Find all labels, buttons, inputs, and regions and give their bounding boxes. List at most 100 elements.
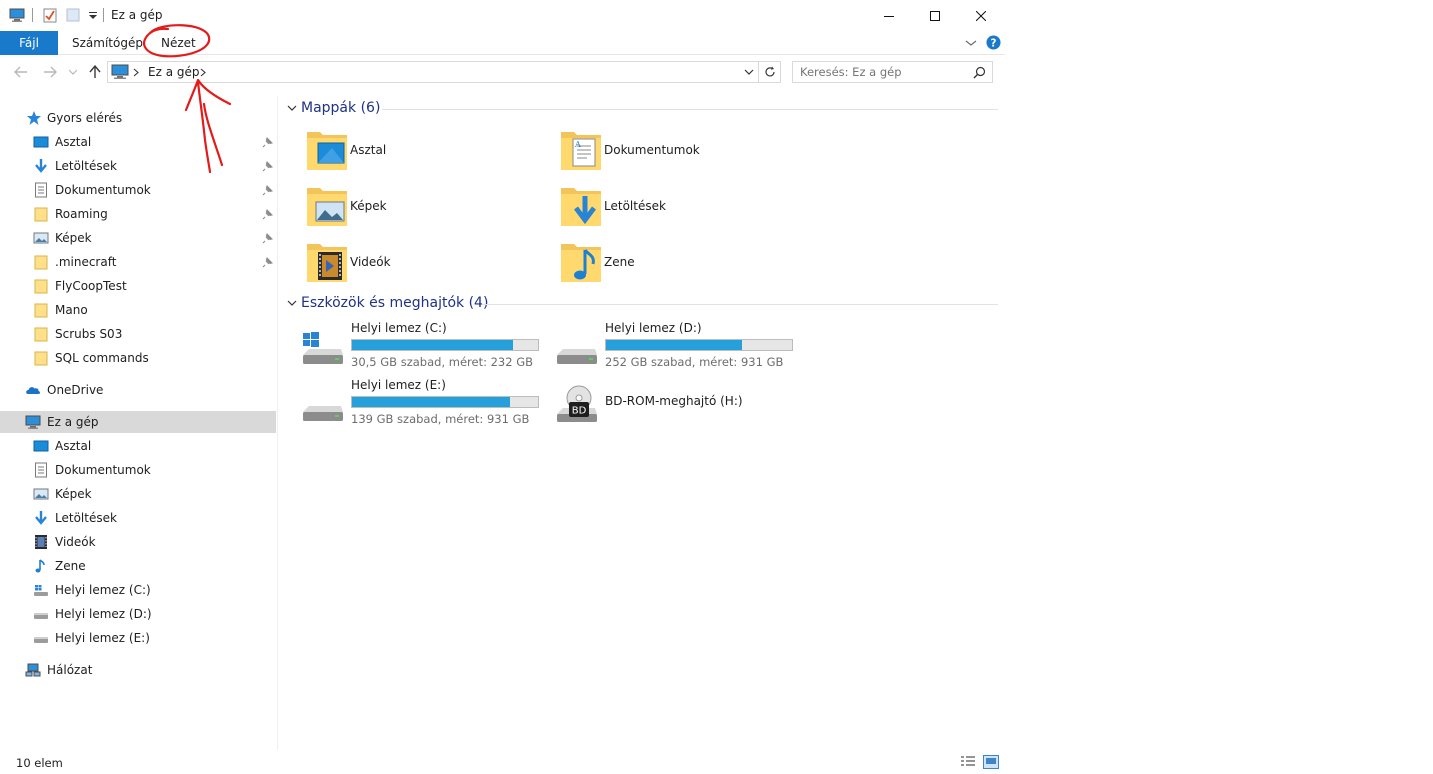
- folder-tile-asztal[interactable]: Asztal: [306, 126, 546, 176]
- blank-area: [1005, 0, 1433, 774]
- close-button[interactable]: [958, 0, 1004, 31]
- arrow-up-icon: [89, 65, 101, 78]
- recent-locations-button[interactable]: [63, 62, 83, 82]
- search-icon[interactable]: [973, 66, 986, 79]
- tab-view[interactable]: Nézet: [161, 31, 196, 55]
- new-folder-icon[interactable]: [65, 7, 81, 23]
- pictures-icon: [33, 232, 49, 244]
- drive-tile-d[interactable]: Helyi lemez (D:) 252 GB szabad, méret: 9…: [555, 321, 805, 371]
- computer-icon: [111, 64, 129, 79]
- nav-onedrive[interactable]: OneDrive: [0, 379, 276, 401]
- folder-tile-zene[interactable]: Zene: [560, 238, 800, 288]
- star-icon: [27, 111, 41, 125]
- nav-label: Képek: [55, 231, 92, 245]
- nav-label: Asztal: [55, 135, 92, 149]
- drives-section-header[interactable]: Eszközök és meghajtók (4): [286, 295, 998, 313]
- status-bar: 10 elem: [0, 750, 1005, 774]
- nav-pc-dokumentumok[interactable]: Dokumentumok: [0, 459, 276, 481]
- folder-tile-letoltesek[interactable]: Letöltések: [560, 182, 800, 232]
- chevron-down-icon: [69, 69, 77, 75]
- nav-network[interactable]: Hálózat: [0, 659, 276, 681]
- customize-quick-access-icon[interactable]: [85, 7, 101, 23]
- nav-label: Scrubs S03: [55, 327, 123, 341]
- ribbon-tabs: Fájl Számítógép Nézet ?: [0, 31, 1005, 55]
- tab-file[interactable]: Fájl: [0, 31, 58, 55]
- chevron-down-icon: [287, 300, 297, 306]
- nav-qa-kepek[interactable]: Képek: [0, 227, 276, 249]
- computer-icon[interactable]: [9, 7, 25, 23]
- drive-usage-bar: [351, 339, 539, 351]
- search-input[interactable]: [793, 62, 968, 82]
- folder-tile-kepek[interactable]: Képek: [306, 182, 546, 232]
- drive-name: BD-ROM-meghajtó (H:): [605, 394, 743, 408]
- nav-qa-mano[interactable]: Mano: [0, 299, 276, 321]
- details-view-icon[interactable]: [960, 755, 976, 769]
- nav-pc-drive-d[interactable]: Helyi lemez (D:): [0, 603, 276, 625]
- drive-icon: [303, 406, 343, 421]
- nav-quick-access[interactable]: Gyors elérés: [0, 107, 276, 129]
- folder-tile-videok[interactable]: Videók: [306, 238, 546, 288]
- documents-folder-icon: A: [561, 132, 601, 170]
- pin-icon[interactable]: [262, 208, 274, 220]
- breadcrumb-chevron-icon[interactable]: [200, 68, 206, 77]
- nav-qa-asztal[interactable]: Asztal: [0, 131, 276, 153]
- nav-label: OneDrive: [47, 383, 104, 397]
- folder-tile-dokumentumok[interactable]: A Dokumentumok: [560, 126, 800, 176]
- folder-label: Asztal: [350, 143, 387, 157]
- chevron-down-icon: [287, 105, 297, 111]
- bd-rom-icon: BD: [557, 385, 597, 422]
- minimize-button[interactable]: [866, 0, 912, 31]
- pin-icon[interactable]: [262, 184, 274, 196]
- folder-label: Letöltések: [604, 199, 666, 213]
- folder-label: Zene: [604, 255, 635, 269]
- drive-icon: [557, 349, 597, 364]
- expand-ribbon-icon[interactable]: [965, 38, 977, 48]
- maximize-icon: [930, 10, 940, 21]
- back-button[interactable]: [11, 62, 31, 82]
- tab-computer[interactable]: Számítógép: [72, 31, 143, 55]
- up-button[interactable]: [85, 62, 105, 82]
- nav-pc-zene[interactable]: Zene: [0, 555, 276, 577]
- pin-icon[interactable]: [262, 160, 274, 172]
- help-icon[interactable]: ?: [986, 35, 1001, 50]
- drive-tile-c[interactable]: Helyi lemez (C:) 30,5 GB szabad, méret: …: [301, 321, 551, 371]
- drive-free-space: 139 GB szabad, méret: 931 GB: [351, 412, 530, 426]
- refresh-button[interactable]: [759, 61, 781, 83]
- pin-icon[interactable]: [262, 232, 274, 244]
- download-icon: [35, 511, 47, 525]
- forward-button[interactable]: [40, 62, 60, 82]
- bd-disc-label: BD: [572, 406, 587, 417]
- drive-tile-e[interactable]: Helyi lemez (E:) 139 GB szabad, méret: 9…: [301, 378, 551, 428]
- nav-qa-scrubs-s03[interactable]: Scrubs S03: [0, 323, 276, 345]
- nav-pc-drive-c[interactable]: Helyi lemez (C:): [0, 579, 276, 601]
- search-box[interactable]: [792, 61, 993, 83]
- nav-this-pc[interactable]: Ez a gép: [0, 411, 276, 433]
- large-icons-view-icon[interactable]: [983, 755, 999, 769]
- pin-icon[interactable]: [262, 256, 274, 268]
- folder-icon: [34, 207, 48, 222]
- address-bar[interactable]: Ez a gép: [107, 61, 759, 83]
- nav-pc-videok[interactable]: Videók: [0, 531, 276, 553]
- nav-qa-dokumentumok[interactable]: Dokumentumok: [0, 179, 276, 201]
- folder-label: Dokumentumok: [604, 143, 700, 157]
- nav-pc-asztal[interactable]: Asztal: [0, 435, 276, 457]
- maximize-button[interactable]: [912, 0, 958, 31]
- nav-pc-drive-e[interactable]: Helyi lemez (E:): [0, 627, 276, 649]
- nav-qa-sql-commands[interactable]: SQL commands: [0, 347, 276, 369]
- nav-pc-kepek[interactable]: Képek: [0, 483, 276, 505]
- folders-section-header[interactable]: Mappák (6): [286, 100, 998, 118]
- properties-icon[interactable]: [42, 7, 58, 23]
- nav-qa-roaming[interactable]: Roaming: [0, 203, 276, 225]
- address-history-chevron-icon[interactable]: [744, 69, 754, 76]
- breadcrumb-chevron-icon[interactable]: [133, 68, 139, 77]
- nav-pc-letoltesek[interactable]: Letöltések: [0, 507, 276, 529]
- refresh-icon: [764, 66, 775, 77]
- nav-qa-letoltesek[interactable]: Letöltések: [0, 155, 276, 177]
- nav-qa-flycooptest[interactable]: FlyCoopTest: [0, 275, 276, 297]
- pin-icon[interactable]: [262, 136, 274, 148]
- drive-tile-h[interactable]: BD BD-ROM-meghajtó (H:): [555, 378, 805, 428]
- title-bar: Ez a gép: [0, 0, 1005, 31]
- nav-qa-minecraft[interactable]: .minecraft: [0, 251, 276, 273]
- quick-access-separator: [32, 8, 33, 22]
- breadcrumb-this-pc[interactable]: Ez a gép: [148, 65, 199, 79]
